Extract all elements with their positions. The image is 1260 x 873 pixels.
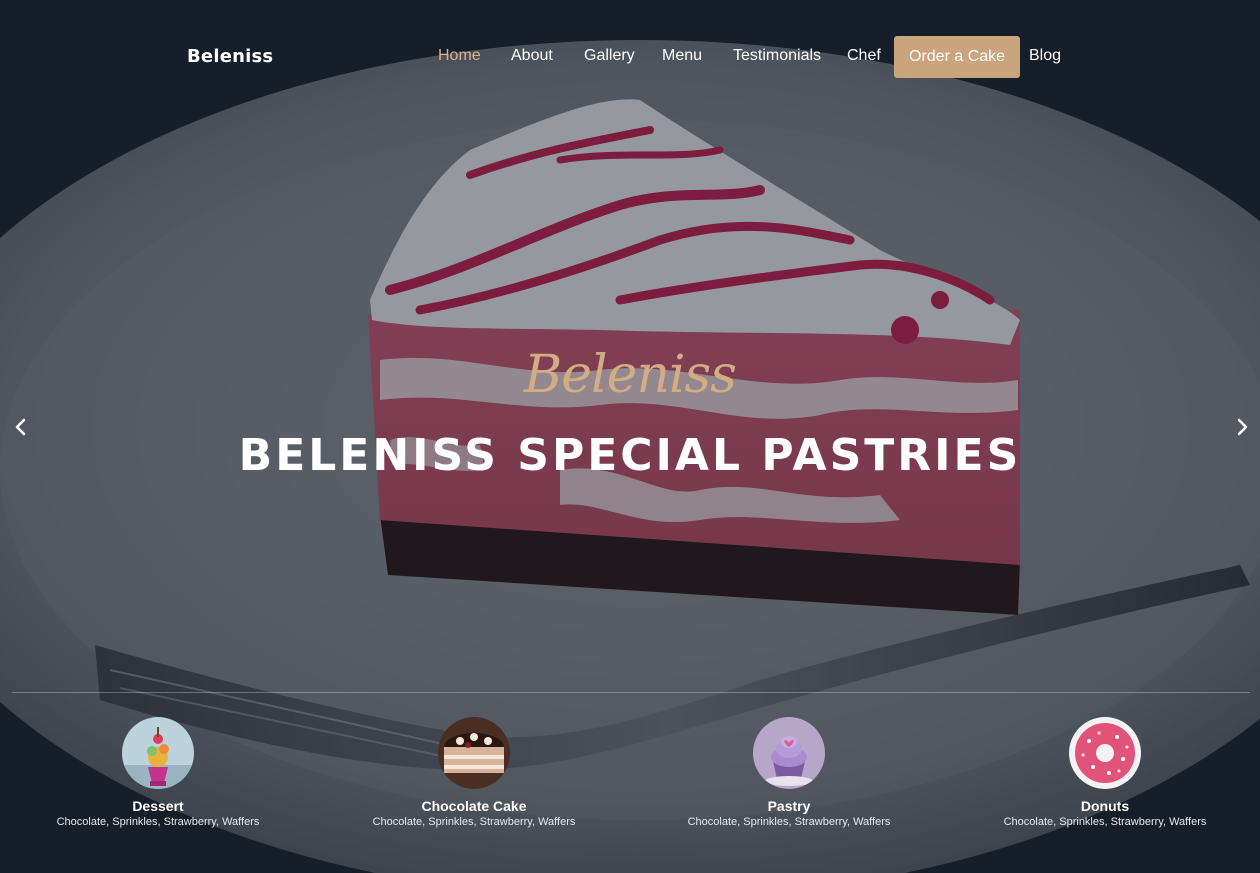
donuts-thumbnail (1069, 717, 1141, 789)
chocolate-cake-thumbnail (438, 717, 510, 789)
nav-menu: Home About Gallery Menu Testimonials Che… (0, 36, 1260, 78)
category-description: Chocolate, Sprinkles, Strawberry, Waffer… (372, 816, 576, 828)
category-name: Dessert (132, 798, 184, 814)
hero-slider: Beleniss Home About Gallery Menu Testimo… (0, 0, 1260, 873)
nav-link-gallery[interactable]: Gallery (584, 47, 635, 65)
slider-next-button[interactable] (1231, 416, 1253, 438)
hero-script-title: Beleniss (524, 345, 737, 405)
nav-link-about[interactable]: About (511, 47, 553, 65)
category-description: Chocolate, Sprinkles, Strawberry, Waffer… (56, 816, 260, 828)
category-item-donuts[interactable]: Donuts Chocolate, Sprinkles, Strawberry,… (980, 717, 1230, 828)
category-name: Donuts (1080, 798, 1130, 814)
nav-link-menu[interactable]: Menu (662, 47, 702, 65)
order-cake-button[interactable]: Order a Cake (894, 36, 1021, 78)
hero-headline: BELENISS SPECIAL PASTRIES (238, 430, 1022, 481)
nav-link-home[interactable]: Home (438, 47, 481, 65)
nav-link-testimonials[interactable]: Testimonials (733, 47, 821, 65)
pastry-thumbnail (753, 717, 825, 789)
category-divider (12, 692, 1250, 693)
category-description: Chocolate, Sprinkles, Strawberry, Waffer… (1003, 816, 1207, 828)
main-navigation: Beleniss Home About Gallery Menu Testimo… (0, 36, 1260, 78)
slider-prev-button[interactable] (10, 416, 32, 438)
category-description: Chocolate, Sprinkles, Strawberry, Waffer… (687, 816, 891, 828)
category-name: Pastry (767, 798, 811, 814)
chevron-left-icon (15, 418, 26, 436)
category-item-chocolate-cake[interactable]: Chocolate Cake Chocolate, Sprinkles, Str… (349, 717, 599, 828)
nav-link-chef[interactable]: Chef (847, 47, 881, 65)
category-name: Chocolate Cake (421, 798, 527, 814)
chevron-right-icon (1237, 418, 1248, 436)
dessert-thumbnail (122, 717, 194, 789)
category-item-pastry[interactable]: Pastry Chocolate, Sprinkles, Strawberry,… (664, 717, 914, 828)
nav-link-blog[interactable]: Blog (1029, 47, 1061, 65)
category-item-dessert[interactable]: Dessert Chocolate, Sprinkles, Strawberry… (33, 717, 283, 828)
